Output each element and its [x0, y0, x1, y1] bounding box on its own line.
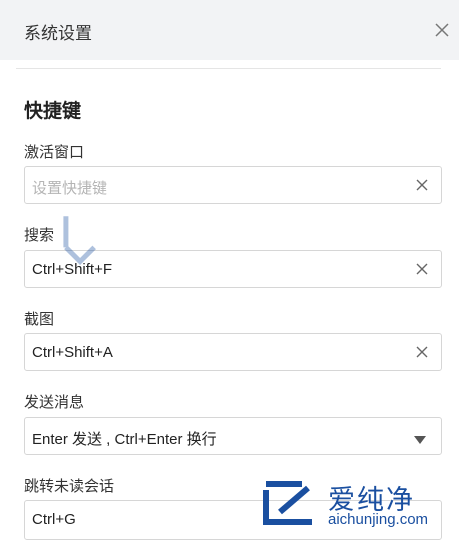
header-divider [16, 68, 441, 69]
window-title: 系统设置 [24, 24, 92, 43]
field-value: Ctrl+G [32, 511, 76, 528]
field-label-screenshot: 截图 [24, 311, 55, 328]
watermark-url: aichunjing.com [328, 511, 429, 528]
send-message-select[interactable]: Enter 发送 , Ctrl+Enter 换行 [24, 417, 442, 455]
window-titlebar: 系统设置 [0, 0, 459, 60]
close-icon[interactable] [431, 19, 453, 41]
section-title: 快捷键 [24, 101, 82, 122]
clear-icon[interactable] [415, 345, 429, 359]
logo-icon [262, 480, 320, 526]
field-label-jump-unread: 跳转未读会话 [24, 478, 115, 495]
clear-icon[interactable] [415, 262, 429, 276]
field-label-send-message: 发送消息 [24, 394, 85, 411]
caret-down-icon[interactable] [413, 432, 427, 444]
clear-icon[interactable] [415, 178, 429, 192]
select-value: Enter 发送 , Ctrl+Enter 换行 [32, 431, 217, 448]
field-value: Ctrl+Shift+A [32, 344, 113, 361]
watermark-logo: 爱纯净 aichunjing.com [262, 478, 452, 530]
screenshot-shortcut-input[interactable]: Ctrl+Shift+A [24, 333, 442, 371]
